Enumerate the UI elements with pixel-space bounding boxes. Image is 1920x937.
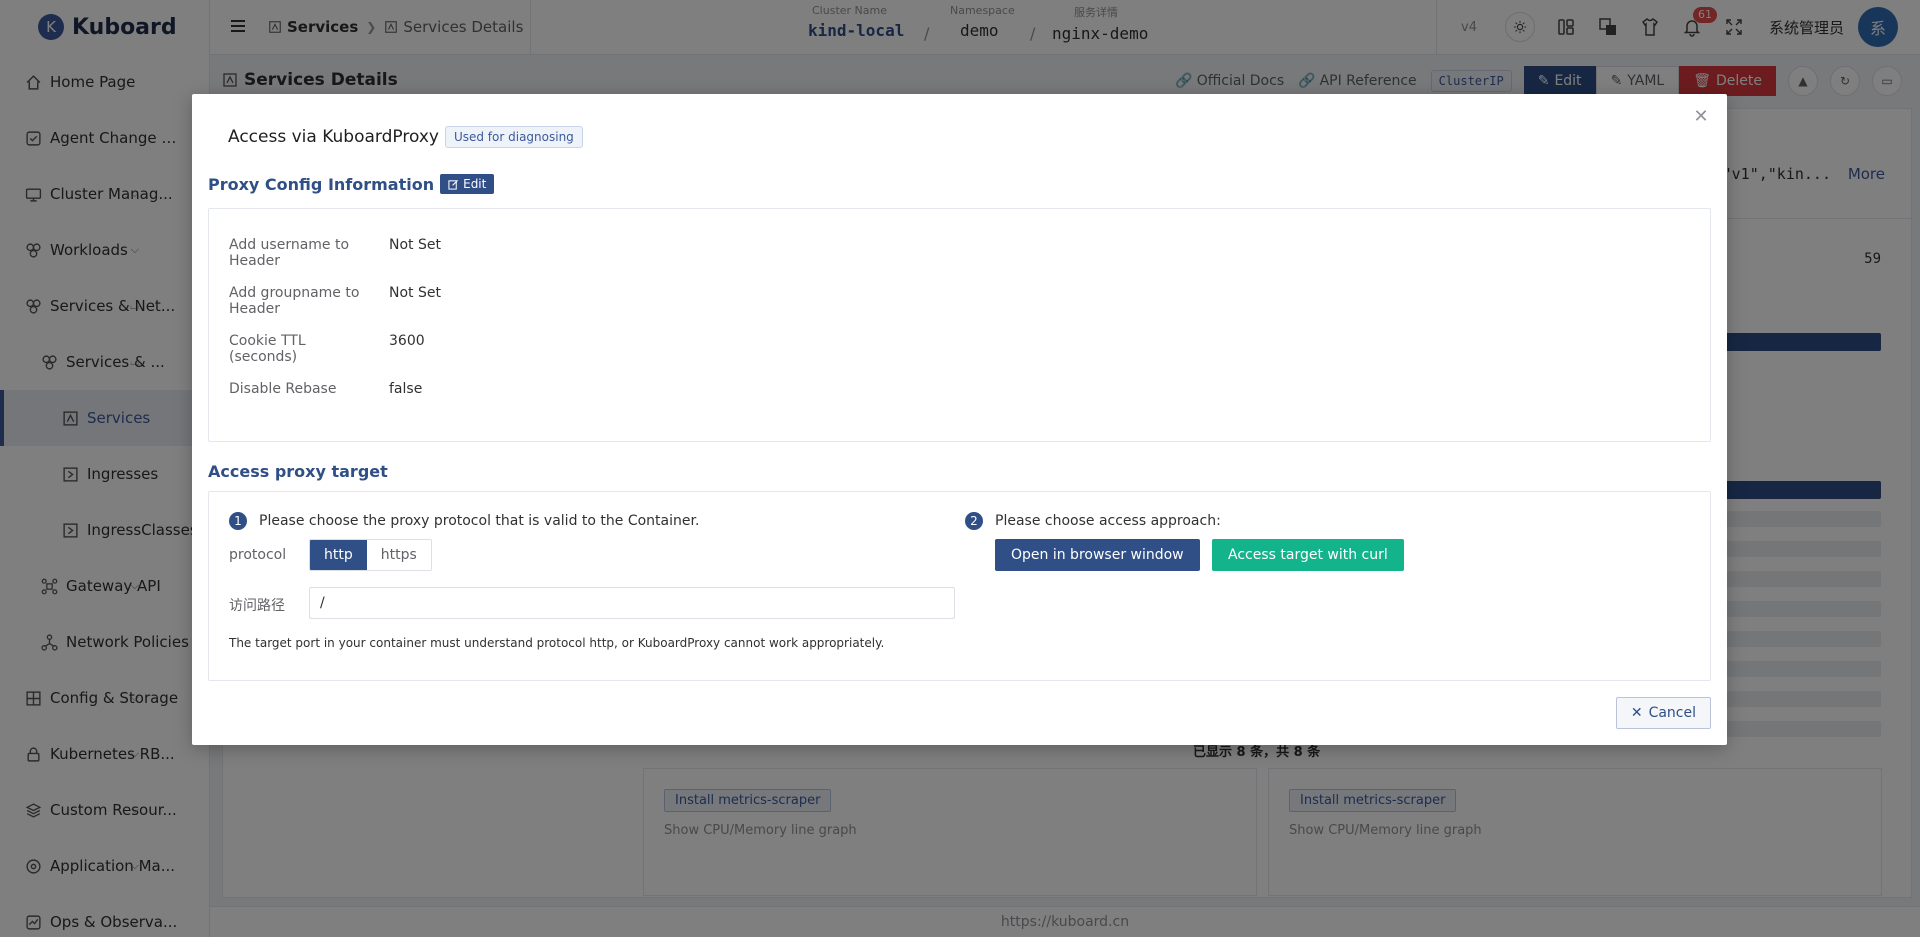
proxy-config-title: Proxy Config Information Edit <box>208 174 495 194</box>
protocol-selector: http https <box>309 539 432 571</box>
edit-icon <box>448 179 459 190</box>
path-input[interactable] <box>309 587 955 619</box>
kuboard-proxy-dialog: Access via KuboardProxy Used for diagnos… <box>192 94 1727 745</box>
step-1: 1 Please choose the proxy protocol that … <box>229 512 699 530</box>
proxy-config-box: Add username to Header Not Set Add group… <box>208 208 1711 442</box>
step-2: 2 Please choose access approach: <box>965 512 1221 530</box>
open-in-browser-button[interactable]: Open in browser window <box>995 539 1200 571</box>
protocol-label: protocol <box>229 547 287 563</box>
protocol-hint: The target port in your container must u… <box>229 636 885 650</box>
diagnosing-tag: Used for diagnosing <box>444 126 583 148</box>
protocol-option-https[interactable]: https <box>366 540 431 570</box>
access-with-curl-button[interactable]: Access target with curl <box>1212 539 1404 571</box>
close-icon: ✕ <box>1630 705 1643 721</box>
access-target-title: Access proxy target <box>208 462 388 481</box>
path-label: 访问路径 <box>229 598 285 614</box>
protocol-option-http[interactable]: http <box>310 540 367 570</box>
dialog-title: Access via KuboardProxy Used for diagnos… <box>228 126 583 148</box>
close-icon[interactable]: ✕ <box>1691 106 1711 127</box>
cancel-button[interactable]: ✕ Cancel <box>1615 697 1711 729</box>
proxy-config-edit-button[interactable]: Edit <box>440 174 495 194</box>
access-target-box: 1 Please choose the proxy protocol that … <box>208 491 1711 681</box>
